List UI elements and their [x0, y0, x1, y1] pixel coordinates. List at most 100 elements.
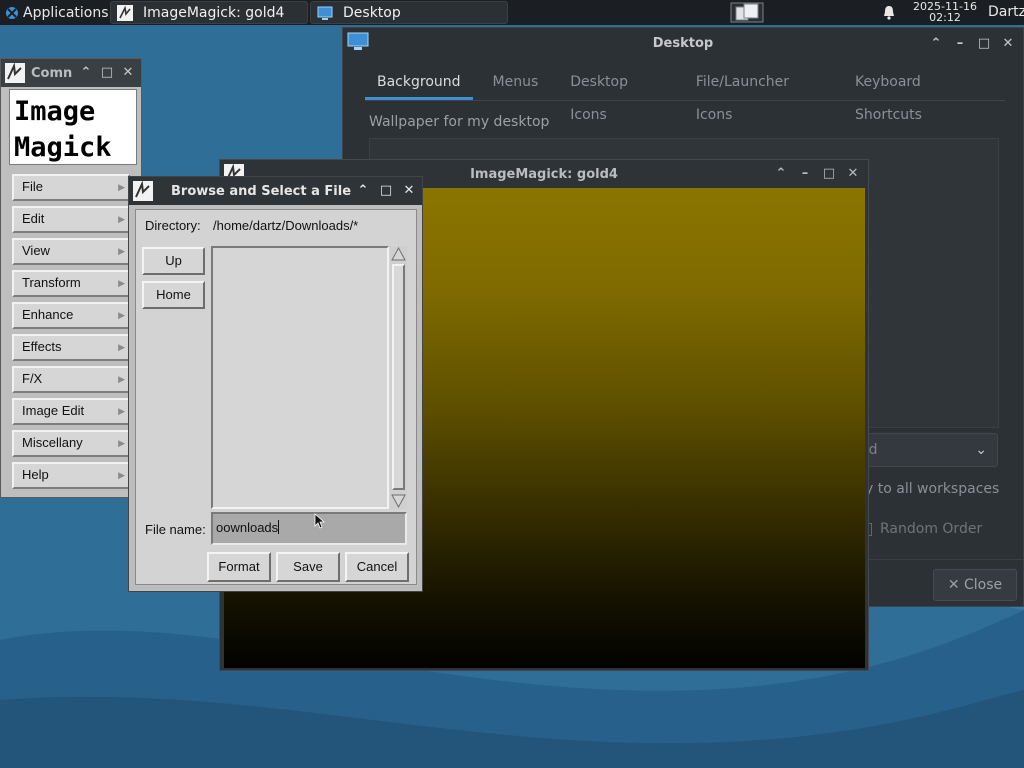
cancel-button[interactable]: Cancel [345, 552, 409, 582]
file-name-label: File name: [145, 522, 206, 537]
window-title: ImageMagick: gold4 [470, 166, 618, 182]
scroll-down-arrow-icon[interactable] [390, 493, 407, 509]
directory-value: /home/dartz/Downloads/* [213, 218, 359, 233]
menu-fx[interactable]: F/X ▶ [12, 366, 130, 393]
imagemagick-icon [133, 181, 153, 201]
mouse-cursor-icon [314, 513, 326, 529]
dialog-body: Directory: /home/dartz/Downloads/* Up Ho… [135, 209, 417, 585]
submenu-arrow-icon: ▶ [118, 438, 125, 448]
applications-label: Applications [23, 4, 109, 21]
menu-label: Miscellany [22, 435, 83, 450]
random-order-label: Random Order [880, 521, 983, 537]
top-panel: Applications ⁝ ImageMagick: gold4 Deskto… [0, 0, 1024, 25]
menu-label: Help [22, 467, 49, 482]
collapse-icon[interactable]: ⌃ [929, 36, 943, 51]
menu-enhance[interactable]: Enhance ▶ [12, 302, 130, 329]
up-button[interactable]: Up [142, 247, 205, 275]
submenu-arrow-icon: ▶ [118, 342, 125, 352]
window-titlebar[interactable]: Browse and Select a File ⌃ □ ✕ [129, 177, 422, 205]
maximize-icon[interactable]: □ [822, 167, 836, 181]
collapse-icon[interactable]: ⌃ [79, 66, 93, 80]
desktop-settings-icon [347, 32, 369, 50]
maximize-icon[interactable]: □ [100, 66, 114, 80]
panel-clock[interactable]: 2025-11-16 02:12 [912, 1, 978, 23]
menu-help[interactable]: Help ▶ [12, 462, 130, 489]
close-icon[interactable]: ✕ [121, 66, 135, 80]
menu-label: Edit [22, 211, 45, 226]
file-list[interactable] [211, 246, 389, 509]
menu-edit[interactable]: Edit ▶ [12, 206, 130, 233]
imagemagick-icon [5, 63, 25, 83]
imagemagick-icon [117, 4, 133, 21]
submenu-arrow-icon: ▶ [118, 278, 125, 288]
submenu-arrow-icon: ▶ [118, 470, 125, 480]
maximize-icon[interactable]: □ [977, 36, 991, 51]
logo-art: Image Magick [14, 96, 112, 163]
close-icon[interactable]: ✕ [846, 167, 860, 181]
menu-label: View [22, 243, 50, 258]
home-button[interactable]: Home [142, 281, 205, 309]
tab-desktop-icons[interactable]: Desktop Icons [558, 66, 676, 123]
window-title: Comn [31, 65, 73, 81]
menu-miscellany[interactable]: Miscellany ▶ [12, 430, 130, 457]
close-icon[interactable]: ✕ [402, 184, 416, 198]
scrollbar-thumb[interactable] [392, 264, 405, 490]
menu-image-edit[interactable]: Image Edit ▶ [12, 398, 130, 425]
text-caret [278, 520, 280, 534]
notification-bell-icon[interactable] [882, 5, 896, 20]
file-name-input[interactable]: oownloads [211, 512, 407, 545]
menu-label: File [22, 179, 43, 194]
taskbar-label: Desktop [343, 4, 401, 21]
workspace-pager-icon[interactable] [730, 2, 764, 23]
window-title: Browse and Select a File [171, 183, 352, 199]
user-menu[interactable]: Dartz [988, 4, 1024, 20]
logo-line-1: Image [14, 96, 95, 127]
menu-label: Effects [22, 339, 62, 354]
submenu-arrow-icon: ▶ [118, 406, 125, 416]
logo-line-2: Magick [14, 132, 112, 163]
submenu-arrow-icon: ▶ [118, 214, 125, 224]
scroll-up-arrow-icon[interactable] [390, 246, 407, 262]
tab-keyboard-shortcuts[interactable]: Keyboard Shortcuts [843, 66, 997, 123]
tab-background[interactable]: Background [365, 66, 473, 100]
apply-all-workspaces-toggle[interactable]: y to all workspaces [865, 481, 999, 497]
file-name-value: oownloads [216, 520, 279, 535]
minimize-icon[interactable]: – [798, 167, 812, 181]
menu-transform[interactable]: Transform ▶ [12, 270, 130, 297]
menu-file[interactable]: File ▶ [12, 174, 130, 201]
window-titlebar[interactable]: Desktop ⌃ – □ ✕ [343, 28, 1023, 59]
submenu-arrow-icon: ▶ [118, 182, 125, 192]
tab-file-launcher-icons[interactable]: File/Launcher Icons [684, 66, 835, 123]
clock-time: 02:12 [929, 11, 961, 24]
close-icon[interactable]: ✕ [1001, 36, 1015, 51]
taskbar-item-gold4[interactable]: ImageMagick: gold4 [110, 1, 308, 24]
menu-label: Transform [22, 275, 81, 290]
applications-icon [6, 6, 18, 19]
submenu-arrow-icon: ▶ [118, 310, 125, 320]
directory-label: Directory: [145, 218, 201, 233]
file-list-scrollbar[interactable] [390, 246, 407, 509]
format-button[interactable]: Format [207, 552, 271, 582]
desktop-settings-icon [317, 6, 333, 20]
collapse-icon[interactable]: ⌃ [774, 167, 788, 181]
chevron-down-icon: ⌄ [975, 442, 987, 458]
menu-view[interactable]: View ▶ [12, 238, 130, 265]
applications-menu[interactable]: Applications ⁝ [0, 0, 121, 25]
imagemagick-command-window: Comn ⌃ □ ✕ Image Magick File ▶ Edit ▶ View… [0, 58, 142, 498]
random-order-checkbox[interactable]: Random Order [859, 521, 982, 537]
menu-label: Enhance [22, 307, 74, 322]
menu-effects[interactable]: Effects ▶ [12, 334, 130, 361]
maximize-icon[interactable]: □ [379, 184, 393, 198]
imagemagick-logo: Image Magick [9, 89, 137, 165]
collapse-icon[interactable]: ⌃ [356, 184, 370, 198]
taskbar-label: ImageMagick: gold4 [143, 4, 285, 21]
close-button[interactable]: ✕ Close [933, 569, 1017, 601]
minimize-icon[interactable]: – [953, 36, 967, 51]
window-title: Desktop [652, 36, 714, 51]
taskbar-item-desktop[interactable]: Desktop [310, 1, 508, 24]
save-button[interactable]: Save [276, 552, 340, 582]
menu-label: F/X [22, 371, 43, 386]
window-titlebar[interactable]: Comn ⌃ □ ✕ [1, 59, 141, 87]
menu-label: Image Edit [22, 403, 85, 418]
tab-menus[interactable]: Menus [481, 66, 551, 100]
